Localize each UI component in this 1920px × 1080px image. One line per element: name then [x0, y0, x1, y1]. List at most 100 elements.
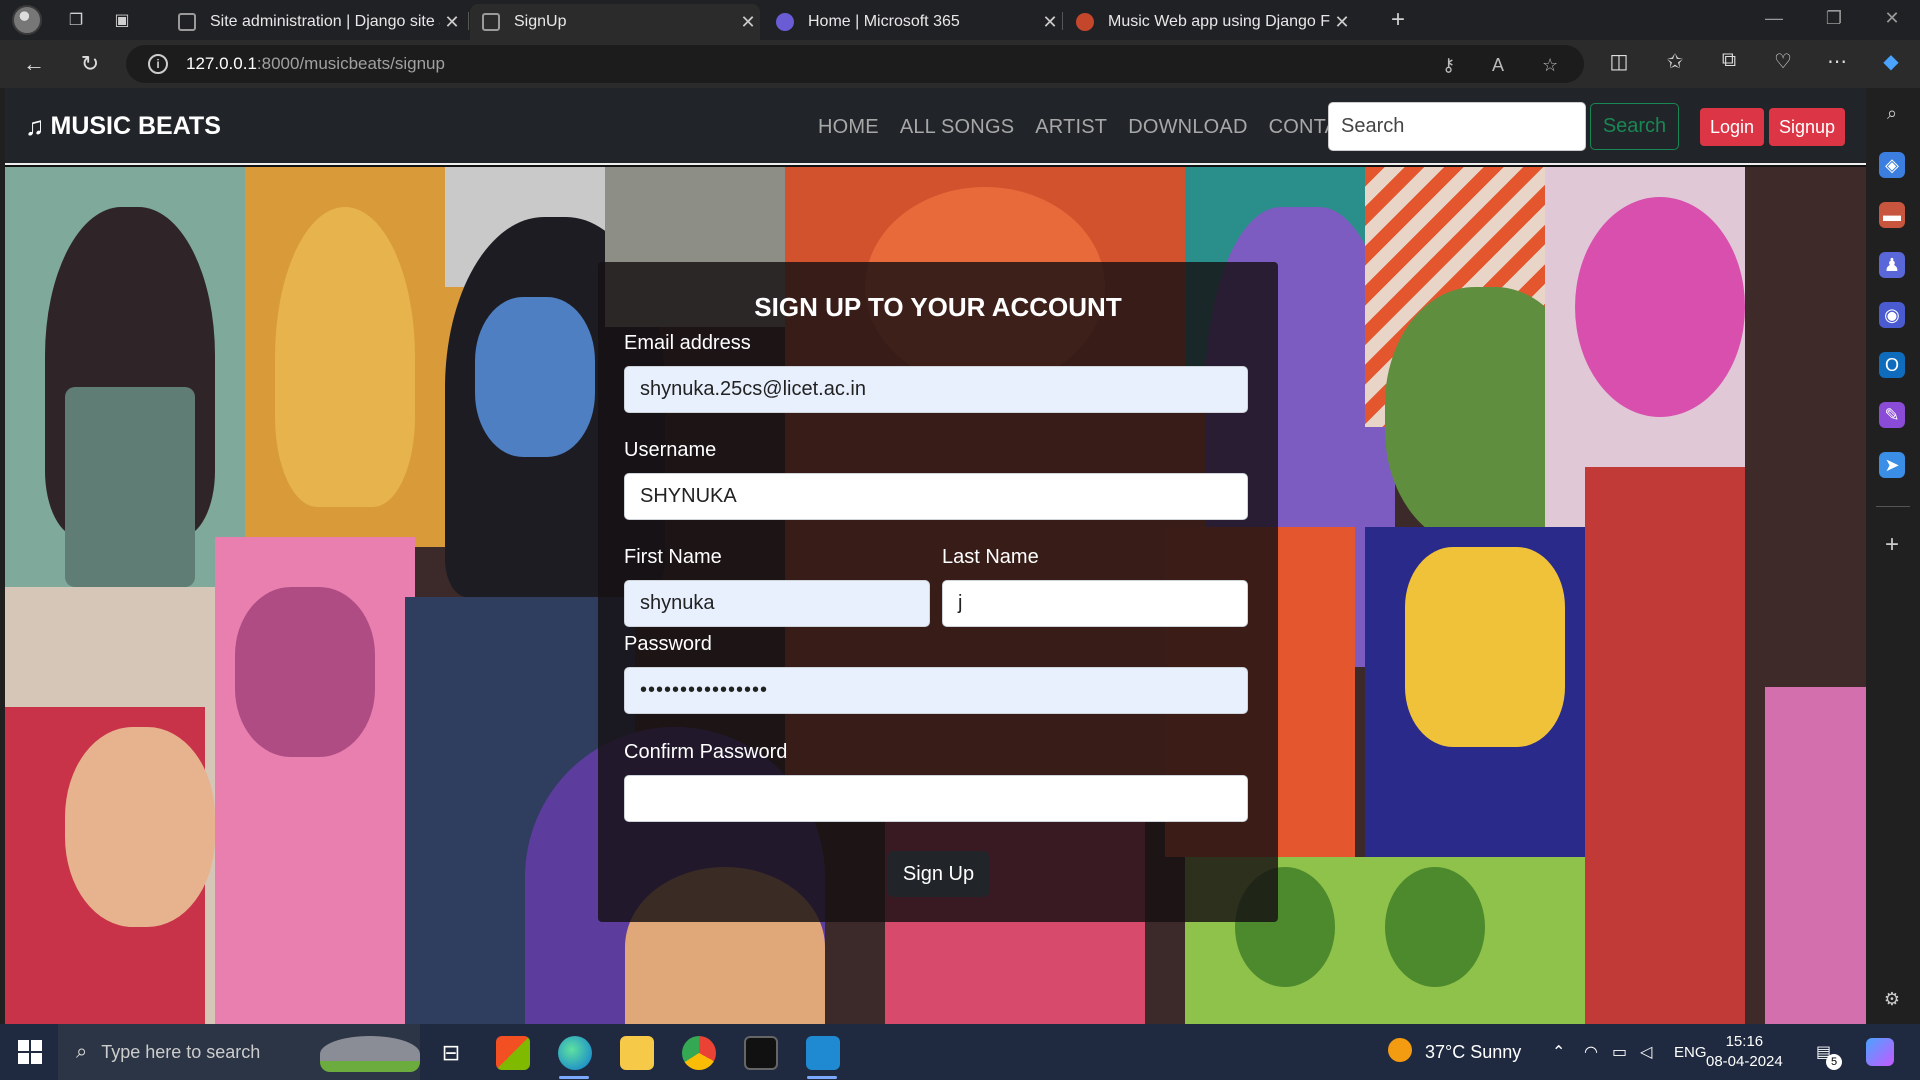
- file-explorer-icon[interactable]: [620, 1036, 654, 1070]
- close-window-icon[interactable]: ✕: [1872, 8, 1912, 29]
- back-icon[interactable]: ←: [20, 50, 48, 78]
- tab-signup[interactable]: SignUp ✕: [470, 4, 760, 40]
- add-icon[interactable]: +: [1879, 532, 1905, 558]
- first-name-field[interactable]: shynuka: [624, 580, 930, 627]
- windows-start-icon[interactable]: [18, 1040, 42, 1064]
- brand-logo[interactable]: ♫ MUSIC BEATS: [25, 111, 221, 142]
- microsoft-store-icon[interactable]: [496, 1036, 530, 1070]
- powerpoint-icon: [1076, 13, 1094, 31]
- task-view-icon[interactable]: ⊟: [434, 1036, 468, 1070]
- nav-artist[interactable]: ARTIST: [1035, 116, 1107, 139]
- username-label: Username: [624, 439, 717, 461]
- vertical-tabs-icon[interactable]: ▣: [110, 8, 134, 32]
- tab-divider: [1062, 12, 1063, 30]
- taskbar-search-box[interactable]: ⌕ Type here to search: [58, 1024, 420, 1080]
- favorites-icon[interactable]: ✩: [1660, 49, 1690, 74]
- volume-icon[interactable]: ◁: [1640, 1042, 1652, 1062]
- nav-home[interactable]: HOME: [818, 116, 879, 139]
- first-name-label: First Name: [624, 546, 722, 568]
- minimize-icon[interactable]: —: [1754, 8, 1794, 29]
- restore-icon[interactable]: ❐: [1814, 8, 1854, 29]
- copilot-taskbar-icon[interactable]: [1866, 1038, 1894, 1066]
- split-screen-icon[interactable]: ◫: [1604, 49, 1634, 74]
- username-field[interactable]: SHYNUKA: [624, 473, 1248, 520]
- close-tab-icon[interactable]: ✕: [1330, 12, 1354, 33]
- search-icon[interactable]: ⌕: [1879, 100, 1905, 126]
- page-icon: [482, 13, 500, 31]
- refresh-icon[interactable]: ↻: [76, 50, 104, 78]
- music-note-icon: ♫: [25, 111, 45, 141]
- password-field[interactable]: ••••••••••••••••: [624, 667, 1248, 714]
- key-icon[interactable]: ⚷: [1442, 55, 1455, 76]
- close-tab-icon[interactable]: ✕: [736, 12, 760, 33]
- active-app-indicator: [559, 1076, 589, 1079]
- browser-tab-bar: ❐ ▣ Site administration | Django site ad…: [0, 0, 1920, 40]
- edge-browser-icon[interactable]: [558, 1036, 592, 1070]
- chrome-icon[interactable]: [682, 1036, 716, 1070]
- nav-all-songs[interactable]: ALL SONGS: [900, 116, 1014, 139]
- outlook-icon[interactable]: O: [1879, 352, 1905, 378]
- close-tab-icon[interactable]: ✕: [440, 12, 464, 33]
- tab-music-web-app[interactable]: Music Web app using Django Fra ✕: [1064, 4, 1354, 40]
- read-aloud-icon[interactable]: A: [1492, 55, 1504, 76]
- search-highlight-image: [320, 1036, 420, 1072]
- collections-icon[interactable]: ⧉: [1714, 49, 1744, 72]
- password-label: Password: [624, 633, 712, 655]
- clock[interactable]: 15:16 08-04-2024: [1706, 1032, 1783, 1072]
- profile-avatar[interactable]: [12, 5, 42, 35]
- send-icon[interactable]: ➤: [1879, 452, 1905, 478]
- page-icon: [178, 13, 196, 31]
- browser-essentials-icon[interactable]: ♡: [1768, 49, 1798, 74]
- nav-download[interactable]: DOWNLOAD: [1128, 116, 1247, 139]
- copilot-icon: [776, 13, 794, 31]
- copilot-app-icon[interactable]: ◉: [1879, 302, 1905, 328]
- games-icon[interactable]: ♟: [1879, 252, 1905, 278]
- address-bar[interactable]: i 127.0.0.1:8000/musicbeats/signup ⚷ A ☆: [126, 45, 1584, 83]
- last-name-field[interactable]: j: [942, 580, 1248, 627]
- settings-icon[interactable]: ⚙: [1879, 986, 1905, 1012]
- vscode-icon[interactable]: [806, 1036, 840, 1070]
- last-name-label: Last Name: [942, 546, 1039, 568]
- designer-icon[interactable]: ✎: [1879, 402, 1905, 428]
- confirm-password-field[interactable]: [624, 775, 1248, 822]
- shopping-icon[interactable]: ◈: [1879, 152, 1905, 178]
- form-title: SIGN UP TO YOUR ACCOUNT: [754, 292, 1122, 322]
- tab-django-admin[interactable]: Site administration | Django site admin …: [166, 4, 464, 40]
- signup-button[interactable]: Signup: [1769, 108, 1845, 146]
- login-button[interactable]: Login: [1700, 108, 1764, 146]
- sidebar-divider: [1876, 506, 1910, 507]
- sign-up-submit-button[interactable]: Sign Up: [888, 851, 989, 897]
- confirm-password-label: Confirm Password: [624, 741, 788, 763]
- network-icon[interactable]: ◠: [1584, 1042, 1598, 1062]
- search-button[interactable]: Search: [1590, 103, 1679, 150]
- battery-icon[interactable]: ▭: [1612, 1042, 1627, 1062]
- email-label: Email address: [624, 332, 751, 354]
- site-navbar: ♫ MUSIC BEATS HOME ALL SONGS ARTIST DOWN…: [5, 88, 1866, 165]
- main-menu: HOME ALL SONGS ARTIST DOWNLOAD CONTACT: [818, 116, 1386, 139]
- close-tab-icon[interactable]: ✕: [1038, 12, 1062, 33]
- weather-text[interactable]: 37°C Sunny: [1425, 1042, 1521, 1063]
- url-text: 127.0.0.1:8000/musicbeats/signup: [186, 54, 445, 73]
- active-app-indicator: [807, 1076, 837, 1079]
- more-menu-icon[interactable]: ⋯: [1822, 49, 1852, 74]
- workspaces-icon[interactable]: ❐: [64, 8, 88, 32]
- notification-badge: 5: [1826, 1054, 1842, 1070]
- edge-sidebar: ⌕ ◈ ▬ ♟ ◉ O ✎ ➤ + ⚙: [1866, 88, 1920, 1024]
- site-info-icon[interactable]: i: [148, 54, 168, 74]
- tab-microsoft-365[interactable]: Home | Microsoft 365 ✕: [764, 4, 1062, 40]
- copilot-icon[interactable]: ◆: [1876, 49, 1906, 74]
- terminal-icon[interactable]: [744, 1036, 778, 1070]
- language-indicator[interactable]: ENG: [1674, 1044, 1707, 1061]
- show-hidden-icons[interactable]: ⌃: [1552, 1042, 1565, 1062]
- tab-divider: [468, 12, 469, 30]
- email-field[interactable]: shynuka.25cs@licet.ac.in: [624, 366, 1248, 413]
- weather-sun-icon[interactable]: [1388, 1038, 1412, 1062]
- web-page: ♫ MUSIC BEATS HOME ALL SONGS ARTIST DOWN…: [5, 88, 1866, 1024]
- signup-form: SIGN UP TO YOUR ACCOUNT Email address sh…: [598, 262, 1278, 922]
- search-input[interactable]: Search: [1328, 102, 1586, 151]
- new-tab-icon[interactable]: +: [1386, 6, 1410, 33]
- favorite-star-icon[interactable]: ☆: [1542, 55, 1558, 76]
- search-icon: ⌕: [76, 1040, 88, 1063]
- windows-taskbar: ⌕ Type here to search ⊟ 37°C Sunny ⌃ ◠ ▭…: [0, 1024, 1920, 1080]
- tools-icon[interactable]: ▬: [1879, 202, 1905, 228]
